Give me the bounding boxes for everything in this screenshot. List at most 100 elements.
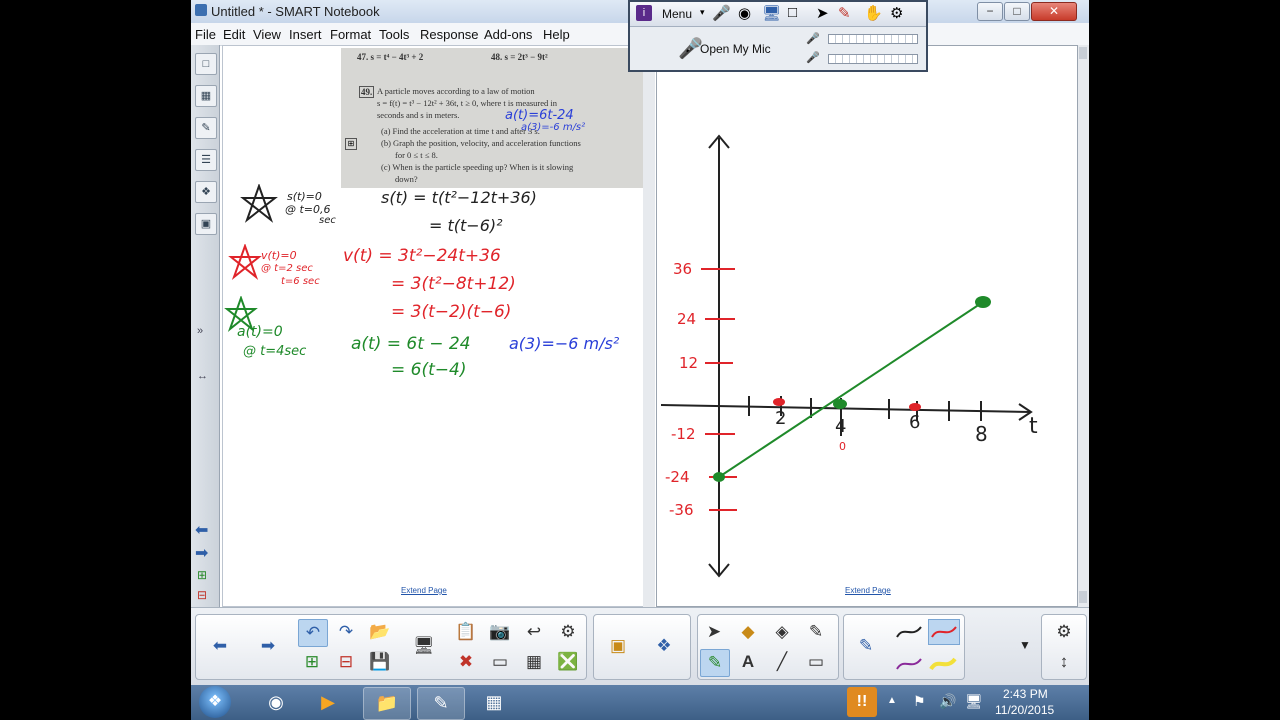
scroll-down-arrow[interactable]: [1079, 591, 1087, 603]
point-t0: [713, 472, 725, 482]
menu-edit[interactable]: Edit: [223, 27, 245, 42]
mic-menu-label[interactable]: Menu: [662, 7, 692, 21]
delete-icon[interactable]: ✖: [452, 649, 480, 675]
response-icon[interactable]: ▣: [604, 633, 632, 659]
pen-properties-icon[interactable]: ✎: [852, 633, 880, 659]
menu-file[interactable]: File: [195, 27, 216, 42]
magic-pen-icon[interactable]: ✎: [802, 619, 830, 645]
screen-shade-icon[interactable]: ▭: [486, 649, 514, 675]
response-icon[interactable]: ▣: [195, 213, 217, 235]
part-c-text2: down?: [395, 174, 418, 184]
addons-icon[interactable]: ❖: [195, 181, 217, 203]
menu-response[interactable]: Response: [420, 27, 479, 42]
pen-style-red[interactable]: [928, 619, 960, 645]
previous-page-icon[interactable]: ⬅: [195, 520, 208, 540]
add-page-button[interactable]: ⊞: [298, 649, 326, 675]
next-page-button[interactable]: ➡: [254, 633, 282, 659]
smart-notebook-taskbar-icon[interactable]: ✎: [417, 687, 465, 720]
shapes-icon[interactable]: ◆: [734, 619, 762, 645]
draw-tools-icon[interactable]: ✎: [838, 4, 851, 22]
speaker-level-slider[interactable]: [828, 54, 918, 64]
text-icon[interactable]: A: [734, 649, 762, 675]
screen-capture-icon[interactable]: 📷: [486, 619, 514, 645]
scroll-up-arrow[interactable]: [1079, 47, 1087, 59]
action-center-icon[interactable]: ⚑: [913, 693, 926, 710]
settings-icon[interactable]: ⚙: [890, 4, 903, 22]
collapse-icon[interactable]: »: [197, 325, 203, 337]
menu-insert[interactable]: Insert: [289, 27, 322, 42]
clock-time[interactable]: 2:43 PM: [1003, 687, 1048, 701]
add-page-icon[interactable]: ⊞: [197, 568, 207, 582]
clock-date[interactable]: 11/20/2015: [995, 703, 1054, 717]
volume-icon[interactable]: 🔊: [939, 693, 956, 710]
open-file-icon[interactable]: 📂: [366, 619, 394, 645]
ink-v-note1: v(t)=0: [261, 249, 297, 262]
open-my-mic-label[interactable]: Open My Mic: [700, 42, 771, 56]
gear-icon[interactable]: ⚙: [1050, 619, 1078, 645]
pen-style-yellow[interactable]: [928, 653, 958, 675]
gallery-icon[interactable]: ▦: [195, 85, 217, 107]
minimize-button[interactable]: −: [977, 2, 1003, 21]
network-app-icon[interactable]: ▦: [471, 687, 517, 718]
microphone-icon[interactable]: 🎤: [712, 4, 731, 22]
eraser-icon[interactable]: ▭: [802, 649, 830, 675]
menu-tools[interactable]: Tools: [379, 27, 409, 42]
chevron-down-icon[interactable]: ▼: [1019, 638, 1031, 652]
pen-style-purple[interactable]: [894, 653, 924, 675]
line-icon[interactable]: ╱: [768, 649, 796, 675]
next-page-icon[interactable]: ➡: [195, 543, 208, 563]
page-sorter-icon[interactable]: □: [195, 53, 217, 75]
vertical-scrollbar[interactable]: [1078, 45, 1089, 607]
addon-puzzle-icon[interactable]: ❖: [650, 633, 678, 659]
x-label-8: 8: [975, 422, 988, 446]
toolbar-move-icon[interactable]: ↕: [1050, 649, 1078, 675]
ink-star-black: [240, 184, 278, 223]
previous-page-button[interactable]: ⬅: [206, 633, 234, 659]
mic-level-slider[interactable]: [828, 34, 918, 44]
pens-icon[interactable]: ✎: [700, 649, 730, 677]
paste-icon[interactable]: 📋: [452, 619, 480, 645]
maximize-button[interactable]: □: [1004, 2, 1030, 21]
table-icon[interactable]: ▦: [520, 649, 548, 675]
notification-alert-icon[interactable]: !!: [847, 687, 877, 717]
delete-page-icon[interactable]: ⊟: [197, 588, 207, 602]
menu-addons[interactable]: Add-ons: [484, 27, 532, 42]
notebook-page-right[interactable]: 36 24 12 -12 -24 -36 2 4 6 8 t 0 Extend …: [656, 45, 1078, 607]
webcam-icon[interactable]: ◉: [738, 4, 751, 22]
delete-page-button[interactable]: ⊟: [332, 649, 360, 675]
undo-button[interactable]: ↶: [298, 619, 328, 647]
select-icon[interactable]: ➤: [700, 619, 728, 645]
media-player-icon[interactable]: ▶: [305, 687, 351, 718]
show-hidden-icons[interactable]: ▲: [887, 695, 897, 706]
ink-v-eq3: = 3(t−2)(t−6): [391, 302, 512, 322]
menu-help[interactable]: Help: [543, 27, 570, 42]
network-icon[interactable]: 🖥: [965, 693, 983, 710]
region-capture-icon[interactable]: □: [788, 4, 797, 21]
display-screen-icon[interactable]: 🖥: [410, 633, 438, 659]
screen-share-icon[interactable]: 🖥: [762, 4, 781, 22]
pen-style-black[interactable]: [894, 621, 924, 643]
start-button[interactable]: ❖: [199, 686, 231, 718]
extend-page-link-left[interactable]: Extend Page: [401, 586, 447, 595]
menu-dropdown-icon[interactable]: ▾: [700, 7, 705, 18]
full-screen-icon[interactable]: ↩: [520, 619, 548, 645]
file-explorer-icon[interactable]: 📁: [363, 687, 411, 720]
pointer-icon[interactable]: ➤: [816, 4, 829, 22]
hand-raise-icon[interactable]: ✋: [864, 4, 883, 22]
fill-icon[interactable]: ◈: [768, 619, 796, 645]
attachments-icon[interactable]: ✎: [195, 117, 217, 139]
notebook-page-left[interactable]: 47. s = t⁴ − 4t³ + 2 48. s = 2t³ − 9t² 4…: [222, 45, 644, 607]
mic-toolbar: i Menu ▾ 🎤 ◉ 🖥 □ ➤ ✎ ✋ ⚙: [630, 2, 926, 27]
document-camera-icon[interactable]: ⚙: [554, 619, 582, 645]
resize-icon[interactable]: ↔: [197, 370, 208, 382]
properties-icon[interactable]: ☰: [195, 149, 217, 171]
extend-page-link-right[interactable]: Extend Page: [845, 586, 891, 595]
menu-view[interactable]: View: [253, 27, 281, 42]
menu-format[interactable]: Format: [330, 27, 371, 42]
x-label-4: 4: [835, 416, 847, 437]
save-button[interactable]: 💾: [366, 649, 394, 675]
redo-button[interactable]: ↷: [332, 619, 360, 645]
close-button[interactable]: ✕: [1031, 2, 1077, 21]
chrome-icon[interactable]: ◉: [253, 687, 299, 718]
close-icon[interactable]: ❎: [554, 649, 582, 675]
